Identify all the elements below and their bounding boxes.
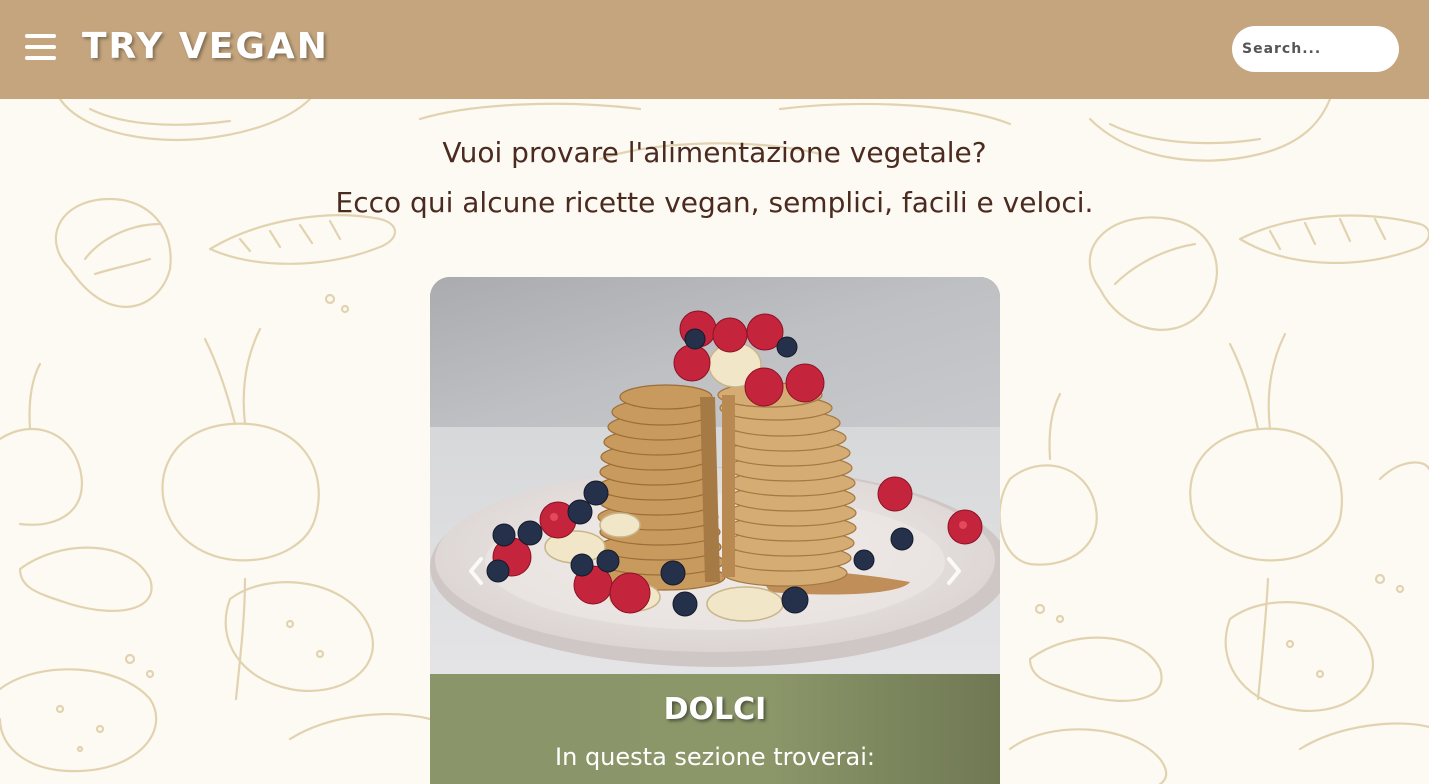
intro-line-1: Vuoi provare l'alimentazione vegetale? [442,136,987,169]
intro-line-2: Ecco qui alcune ricette vegan, semplici,… [335,186,1094,219]
menu-icon[interactable] [25,34,56,60]
slide-title[interactable]: DOLCI [430,692,1000,728]
intro-text: Vuoi provare l'alimentazione vegetale? E… [0,128,1429,228]
site-logo[interactable]: TRY VEGAN [82,24,329,70]
slide-description: In questa sezione troverai: [555,743,875,771]
chevron-right-icon[interactable] [942,555,966,587]
top-header: TRY VEGAN [0,0,1429,99]
search-input[interactable] [1232,26,1399,72]
chevron-left-icon[interactable] [464,555,488,587]
recipe-carousel: DOLCI In questa sezione troverai: [430,277,1000,784]
pancake-stack-photo [430,277,1000,674]
slide-caption: DOLCI In questa sezione troverai: [430,674,1000,784]
